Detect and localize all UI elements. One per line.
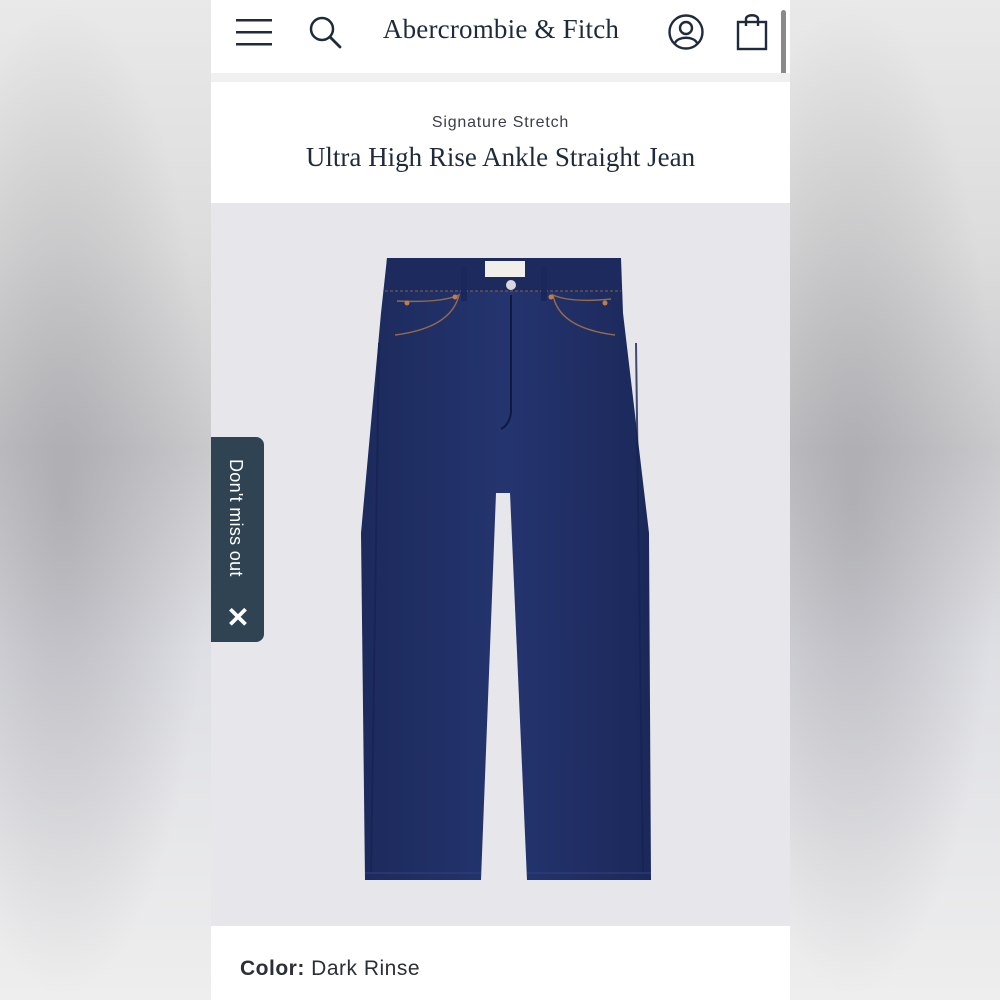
blurred-background-left [0,0,211,1000]
header-divider [211,73,790,82]
product-name: Ultra High Rise Ankle Straight Jean [305,142,696,172]
phone-screen: Abercrombie & Fitch Signature Stretch Ul… [211,0,790,1000]
product-collection: Signature Stretch [431,114,570,131]
blurred-background-right [790,0,1000,1000]
jeans-image [361,258,651,880]
shopping-bag-icon[interactable] [733,9,771,53]
close-icon[interactable]: ✕ [225,604,251,632]
account-icon[interactable] [666,12,706,52]
color-panel: Color: Dark Rinse [211,926,790,1000]
search-icon[interactable] [305,12,345,52]
color-value: Dark Rinse [311,957,421,980]
brand-logo[interactable]: Abercrombie & Fitch [361,14,641,45]
color-label: Color: [240,957,305,980]
promo-tab[interactable]: Don't miss out ✕ [211,437,264,642]
color-selector[interactable]: Color: Dark Rinse [240,957,420,981]
product-title-panel: Signature Stretch Ultra High Rise Ankle … [211,82,790,203]
menu-icon[interactable] [233,14,275,50]
product-image[interactable] [211,203,790,926]
promo-tab-label: Don't miss out [226,459,246,577]
top-navigation-bar: Abercrombie & Fitch [211,0,790,84]
